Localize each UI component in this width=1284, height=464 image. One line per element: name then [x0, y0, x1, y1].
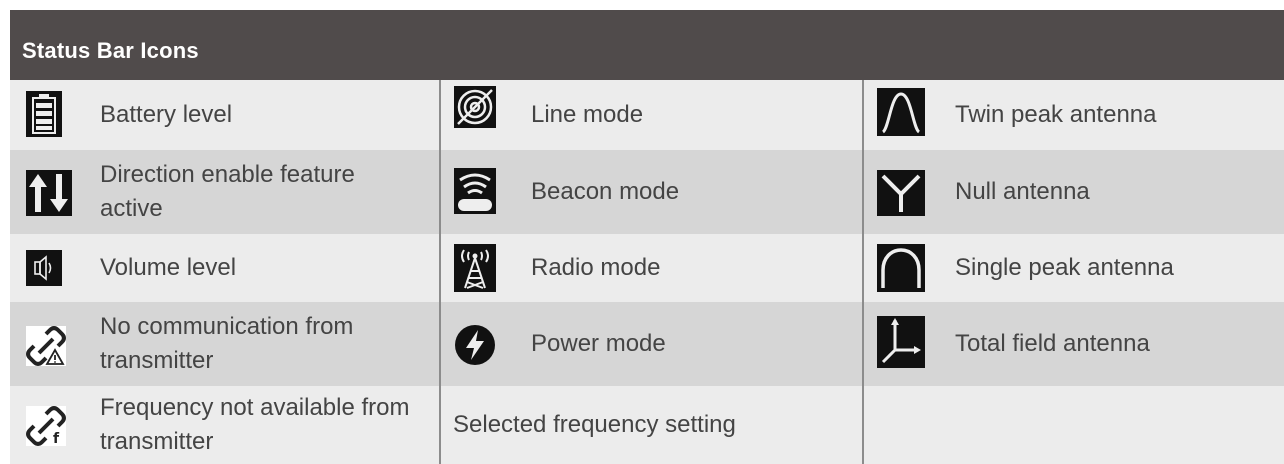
- beacon-mode-label: Beacon mode: [531, 178, 680, 205]
- twin-peak-antenna-label: Twin peak antenna: [955, 101, 1157, 128]
- frequency-not-available-label: Frequency not available from transmitter: [100, 394, 410, 455]
- broken-link-warning-icon: [26, 326, 66, 366]
- table-row: No communication from transmitter Power …: [10, 302, 1284, 386]
- null-antenna-icon: [877, 170, 925, 216]
- line-mode-icon: [454, 86, 496, 128]
- table-row: f Frequency not available from transmitt…: [10, 386, 1284, 464]
- null-antenna-label: Null antenna: [955, 178, 1090, 205]
- table-row: Volume level Radio mode Single peak ante…: [10, 234, 1284, 302]
- status-bar-icons-table: Status Bar Icons Battery level Line mode…: [10, 10, 1284, 464]
- battery-level-label: Battery level: [100, 101, 233, 128]
- power-mode-label: Power mode: [531, 330, 666, 357]
- column-divider: [862, 80, 864, 464]
- column-divider: [439, 80, 441, 464]
- direction-enable-label: Direction enable feature active: [100, 161, 355, 222]
- radio-mode-label: Radio mode: [531, 254, 661, 281]
- broken-link-f-icon: f: [26, 406, 66, 447]
- total-field-antenna-label: Total field antenna: [955, 330, 1150, 357]
- single-peak-antenna-label: Single peak antenna: [955, 254, 1174, 281]
- direction-arrows-icon: [26, 170, 72, 216]
- no-communication-label: No communication from transmitter: [100, 313, 354, 374]
- table-header: Status Bar Icons: [10, 10, 1284, 80]
- single-peak-antenna-icon: [877, 244, 925, 292]
- lightning-bolt-icon: [454, 324, 495, 365]
- table-row: Battery level Line mode Twin peak antenn…: [10, 80, 1284, 150]
- radio-tower-icon: [454, 244, 496, 292]
- svg-text:f: f: [53, 431, 60, 446]
- beacon-mode-icon: [454, 168, 496, 214]
- battery-icon: [26, 91, 62, 137]
- volume-level-label: Volume level: [100, 254, 237, 281]
- total-field-axes-icon: [877, 316, 925, 368]
- table-row: Direction enable feature active Beacon m…: [10, 150, 1284, 234]
- speaker-icon: [26, 250, 62, 290]
- selected-frequency-label: Selected frequency setting: [453, 411, 736, 438]
- table-title: Status Bar Icons: [22, 38, 199, 63]
- line-mode-label: Line mode: [531, 101, 644, 128]
- twin-peak-antenna-icon: [877, 88, 925, 136]
